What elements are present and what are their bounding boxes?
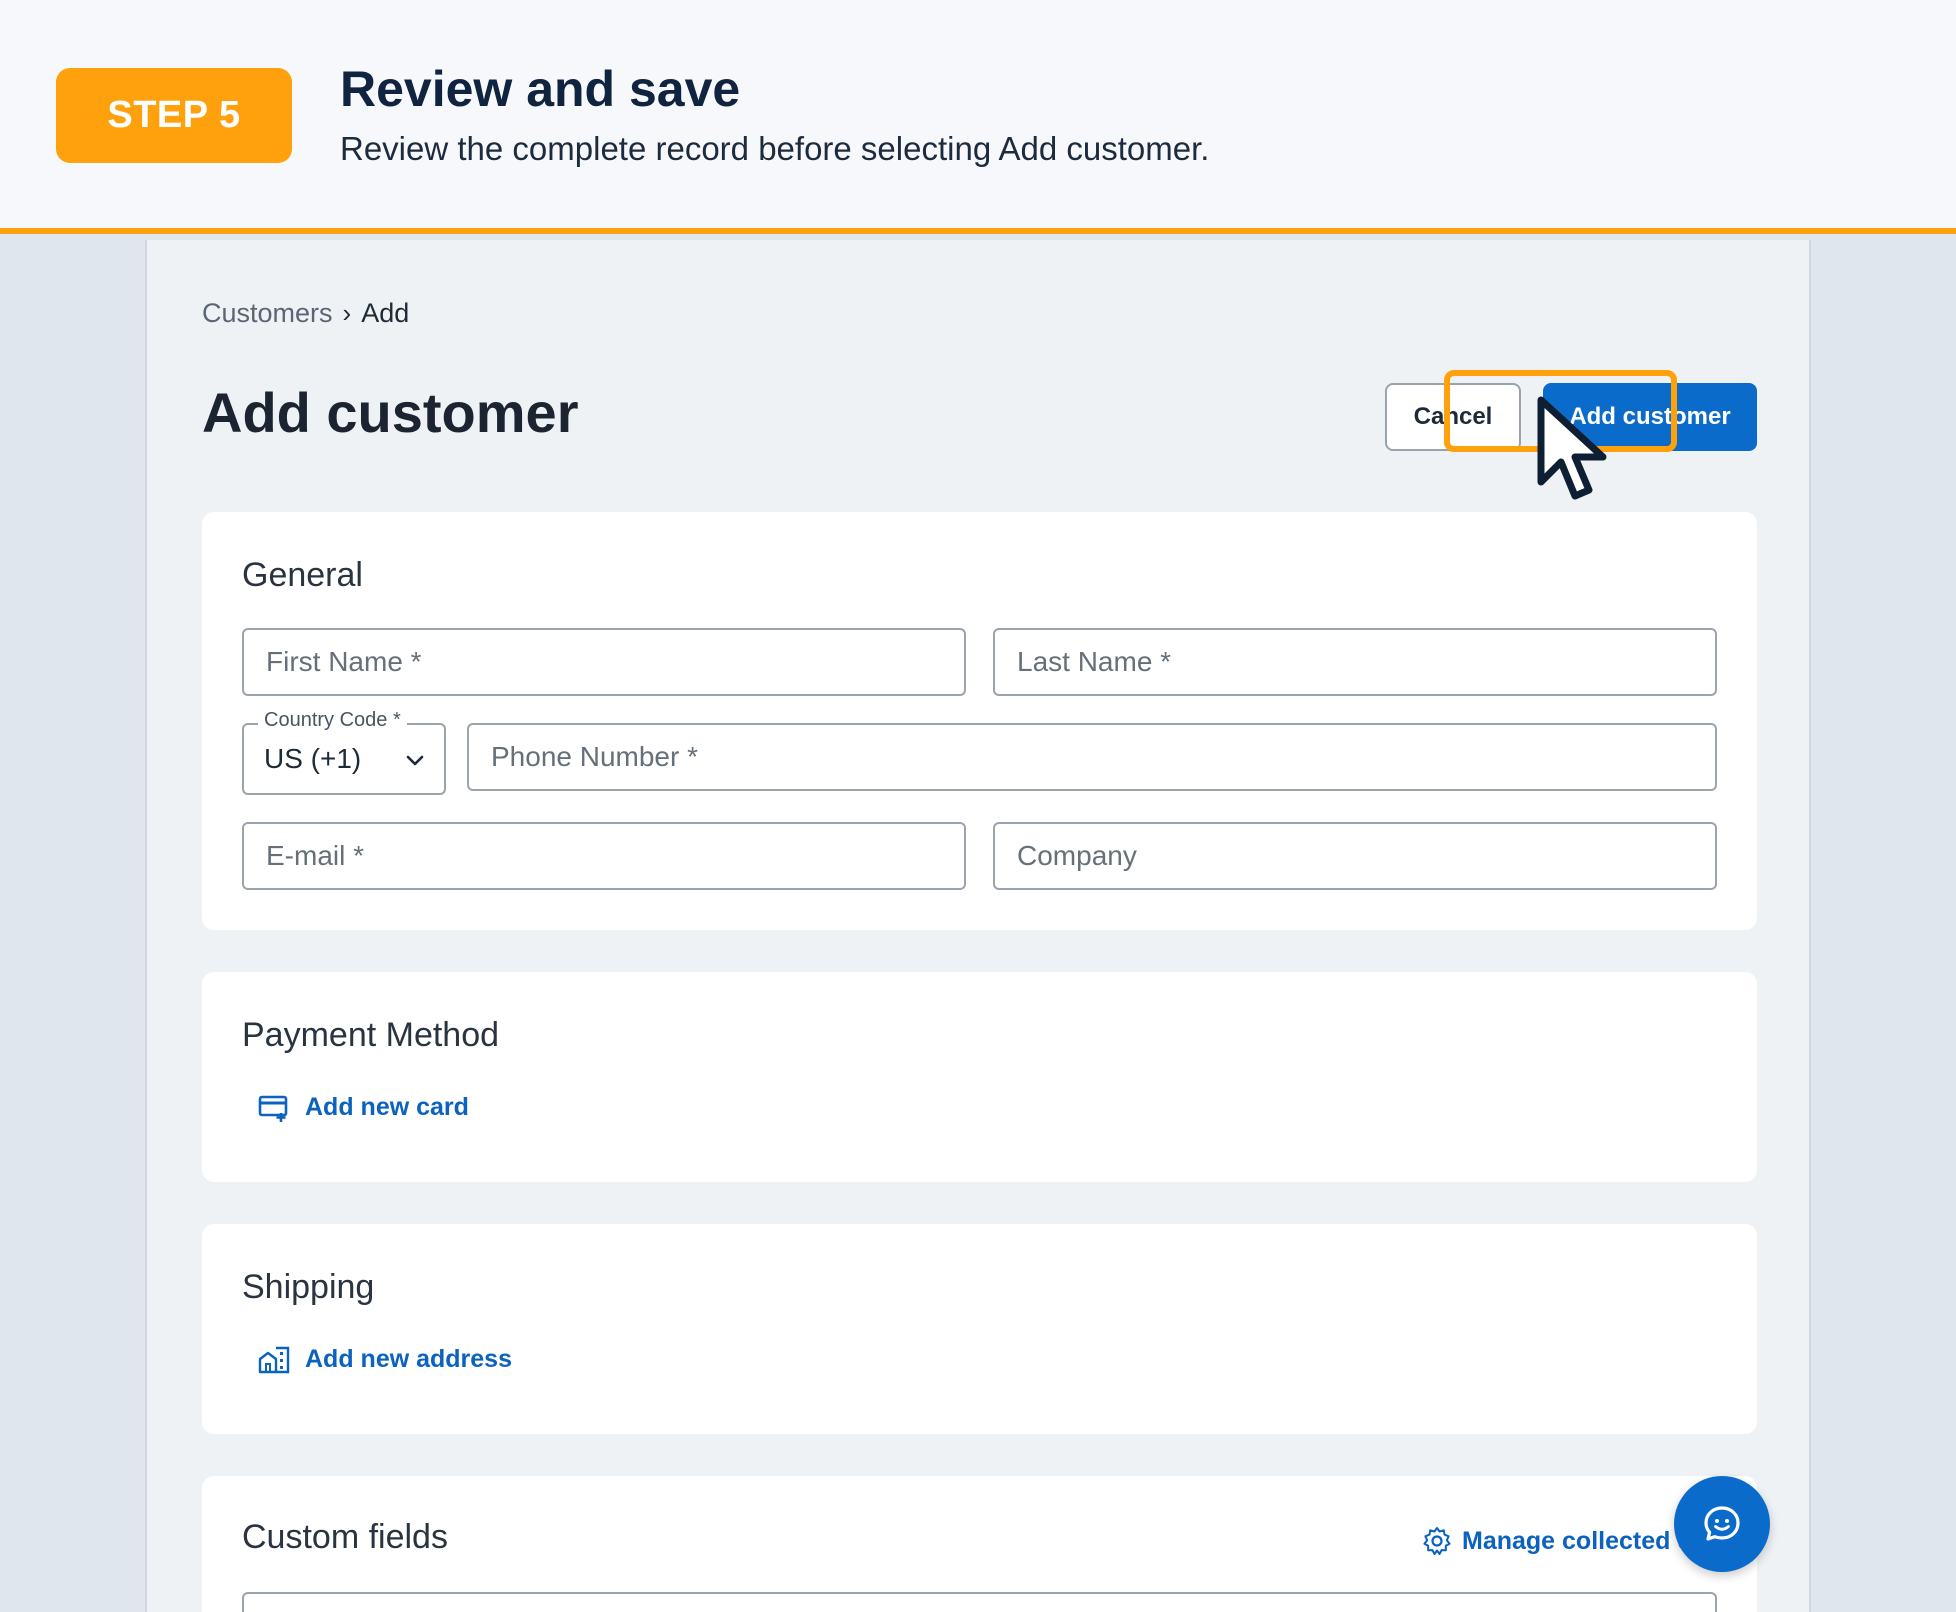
first-name-field[interactable]: First Name * [242, 628, 966, 696]
shipping-card: Shipping Add new address [202, 1224, 1757, 1434]
email-placeholder: E-mail * [266, 840, 365, 871]
credit-card-add-icon [258, 1095, 288, 1122]
banner-title: Review and save [340, 61, 741, 117]
breadcrumb-separator: › [342, 298, 352, 328]
email-field[interactable]: E-mail * [242, 822, 966, 890]
mouse-pointer-icon [1537, 396, 1607, 500]
manage-collected-data-link[interactable]: Manage collected d [1422, 1526, 1693, 1556]
chat-support-button[interactable] [1674, 1476, 1770, 1572]
country-code-select[interactable]: Country Code * US (+1) [242, 709, 446, 795]
manage-collected-data-label: Manage collected d [1462, 1526, 1693, 1555]
breadcrumb-current: Add [361, 298, 410, 328]
building-address-icon [258, 1346, 290, 1374]
custom-fields-card: Custom fields Manage collected d [202, 1476, 1757, 1612]
breadcrumb: Customers › Add [202, 298, 409, 329]
shipping-title: Shipping [242, 1268, 375, 1306]
add-new-address-link[interactable]: Add new address [257, 1342, 512, 1376]
cancel-button[interactable]: Cancel [1385, 383, 1521, 451]
phone-number-placeholder: Phone Number * [491, 741, 699, 772]
chat-bubble-icon [1704, 1506, 1740, 1541]
company-field[interactable]: Company [993, 822, 1717, 890]
add-new-card-label: Add new card [305, 1092, 469, 1121]
first-name-placeholder: First Name * [266, 646, 422, 677]
country-code-value: US (+1) [264, 743, 362, 774]
last-name-field[interactable]: Last Name * [993, 628, 1717, 696]
instruction-banner: STEP 5 Review and save Review the comple… [0, 0, 1956, 234]
breadcrumb-customers-link[interactable]: Customers [202, 298, 333, 329]
banner-subtitle: Review the complete record before select… [340, 130, 1210, 167]
chevron-down-icon [406, 755, 424, 766]
payment-method-card: Payment Method Add new card [202, 972, 1757, 1182]
page-content: Customers › Add Add customer Cancel Add … [145, 240, 1811, 1612]
phone-number-field[interactable]: Phone Number * [467, 723, 1717, 791]
custom-field-input[interactable] [242, 1592, 1717, 1612]
last-name-placeholder: Last Name * [1017, 646, 1172, 677]
page-title: Add customer [202, 381, 579, 444]
custom-fields-title: Custom fields [242, 1518, 448, 1556]
gear-icon [1423, 1527, 1451, 1555]
country-code-label: Country Code * [258, 709, 407, 732]
general-card: General First Name * Last Name * Country… [202, 512, 1757, 930]
add-new-address-label: Add new address [305, 1344, 512, 1373]
payment-method-title: Payment Method [242, 1016, 500, 1054]
add-new-card-link[interactable]: Add new card [257, 1090, 469, 1124]
company-placeholder: Company [1017, 840, 1137, 871]
step-badge: STEP 5 [56, 68, 292, 163]
general-title: General [242, 556, 363, 594]
